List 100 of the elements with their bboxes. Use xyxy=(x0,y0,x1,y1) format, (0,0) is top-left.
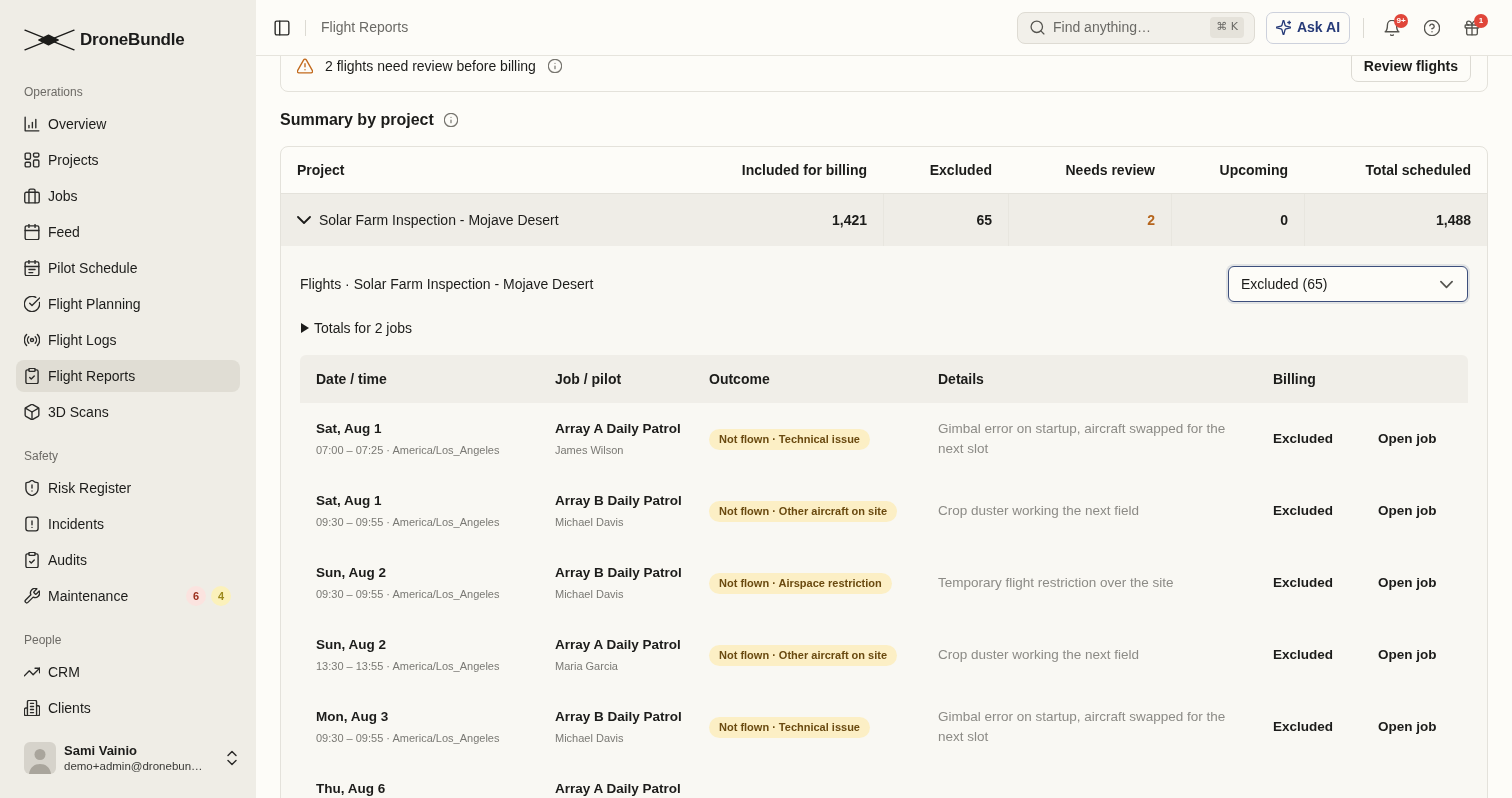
user-avatar-icon xyxy=(24,742,56,774)
column-header: Project xyxy=(296,160,346,180)
search-icon xyxy=(1030,20,1045,35)
breadcrumb: Flight Reports xyxy=(321,18,409,37)
shield-alert-icon xyxy=(24,480,40,496)
search-field[interactable]: Find anything… ⌘ K xyxy=(1017,11,1255,44)
shortcut-hint: ⌘ K xyxy=(1210,17,1244,38)
sidebar-item[interactable]: Flight Planning xyxy=(16,288,240,320)
flight-details: Gimbal error on startup, aircraft swapped for the next slot xyxy=(938,708,1227,746)
sidebar-toggle-button[interactable] xyxy=(274,19,290,36)
open-job-link[interactable]: Open job xyxy=(1378,500,1437,522)
pilot-name: Maria Garcia xyxy=(555,659,619,674)
flight-time: 09:30 – 09:55 · America/Los_Angeles xyxy=(316,731,501,746)
pilot-name: Michael Davis xyxy=(555,731,625,746)
section-title: Summary by project xyxy=(280,110,434,130)
flight-time: 07:00 – 07:25 · America/Los_Angeles xyxy=(316,443,501,458)
flight-details: Crop duster working the next field xyxy=(938,502,1141,520)
calendar-icon xyxy=(24,224,40,240)
brand-name: DroneBundle xyxy=(80,29,185,52)
calendar-list-icon xyxy=(24,260,40,276)
flight-details: Crop duster working the next field xyxy=(938,646,1141,664)
wrench-icon xyxy=(24,588,40,604)
column-header: Total scheduled xyxy=(1364,160,1472,180)
broadcast-icon xyxy=(24,332,40,348)
ask-ai-button[interactable]: Ask AI xyxy=(1266,11,1350,44)
column-header: Details xyxy=(937,369,985,389)
column-header: Needs review xyxy=(1064,160,1156,180)
totals-toggle[interactable]: Totals for 2 jobs xyxy=(300,318,413,338)
count-badge: 6 xyxy=(186,586,206,606)
project-name: Solar Farm Inspection - Mojave Desert xyxy=(319,210,559,230)
sidebar-item[interactable]: Pilot Schedule xyxy=(16,252,240,284)
billing-status: Excluded xyxy=(1273,429,1335,448)
outcome-badge: Not flown · Airspace restriction xyxy=(709,572,892,594)
sidebar-item[interactable]: 3D Scans xyxy=(16,396,240,428)
sidebar-item[interactable]: Jobs xyxy=(16,180,240,212)
flight-date: Sun, Aug 2 xyxy=(316,564,387,582)
billing-status: Excluded xyxy=(1273,717,1335,736)
sidebar-item[interactable]: Clients xyxy=(16,692,240,724)
outcome-badge: Not flown · Other aircraft on site xyxy=(709,500,898,522)
flight-time: 13:30 – 13:55 · America/Los_Angeles xyxy=(316,659,501,674)
job-name: Array A Daily Patrol xyxy=(555,420,682,438)
flight-time: 09:30 – 09:55 · America/Los_Angeles xyxy=(316,587,501,602)
briefcase-icon xyxy=(24,188,40,204)
column-header: Upcoming xyxy=(1218,160,1289,180)
flight-time: 09:30 – 09:55 · America/Los_Angeles xyxy=(316,515,501,530)
open-job-link[interactable]: Open job xyxy=(1378,644,1437,666)
info-icon xyxy=(547,59,562,73)
sidebar-item[interactable]: Risk Register xyxy=(16,472,240,504)
user-name: Sami Vainio xyxy=(64,742,138,759)
flight-date: Sat, Aug 1 xyxy=(316,492,383,510)
pilot-name: Michael Davis xyxy=(555,587,625,602)
flight-date: Thu, Aug 6 xyxy=(316,780,387,798)
clipboard-check-icon xyxy=(24,368,40,384)
gift-icon xyxy=(1464,19,1480,36)
count-badge: 9+ xyxy=(1394,13,1408,28)
sidebar-item[interactable]: CRM xyxy=(16,656,240,688)
open-job-link[interactable]: Open job xyxy=(1378,716,1437,738)
open-job-link[interactable]: Open job xyxy=(1378,572,1437,594)
grid-icon xyxy=(24,152,40,168)
flight-details: Temporary flight restriction over the site xyxy=(938,574,1175,592)
sidebar-item[interactable]: Flight Logs xyxy=(16,324,240,356)
building-icon xyxy=(24,700,40,716)
job-name: Array A Daily Patrol xyxy=(555,780,682,798)
sidebar-item[interactable]: Maintenance xyxy=(16,580,181,612)
sidebar-item[interactable]: Audits xyxy=(16,544,240,576)
clipboard-check-icon xyxy=(24,552,40,568)
sidebar-item[interactable]: Flight Reports xyxy=(16,360,240,392)
sidebar-item[interactable]: Feed xyxy=(16,216,240,248)
flight-date: Sun, Aug 2 xyxy=(316,636,387,654)
filter-select[interactable]: Excluded (65) xyxy=(1228,266,1468,302)
column-header: Billing xyxy=(1272,369,1317,389)
panel-icon xyxy=(274,19,290,36)
pilot-name: Michael Davis xyxy=(555,515,625,530)
job-name: Array B Daily Patrol xyxy=(555,492,683,510)
section-label: Safety xyxy=(23,448,60,464)
sidebar-item[interactable]: Projects xyxy=(16,144,240,176)
user-email: demo+admin@dronebun… xyxy=(64,758,204,774)
column-header: Outcome xyxy=(708,369,771,389)
panel-title: Flights · Solar Farm Inspection - Mojave Desert xyxy=(300,274,594,294)
column-header: Included for billing xyxy=(740,160,868,180)
chevrons-up-down-icon xyxy=(224,750,240,766)
open-job-link[interactable]: Open job xyxy=(1378,428,1437,450)
project-row[interactable]: Solar Farm Inspection - Mojave Desert 1,421 65 2 0 1,488 xyxy=(281,194,1487,246)
sidebar-item[interactable]: Overview xyxy=(16,108,240,140)
sidebar-item[interactable]: Incidents xyxy=(16,508,240,540)
pilot-name: James Wilson xyxy=(555,443,625,458)
job-name: Array B Daily Patrol xyxy=(555,564,683,582)
outcome-badge: Not flown · Technical issue xyxy=(709,716,870,738)
billing-status: Excluded xyxy=(1273,645,1335,664)
sparkle-icon xyxy=(1275,20,1291,35)
exclamation-square-icon xyxy=(24,516,40,532)
outcome-badge: Not flown · Other aircraft on site xyxy=(709,644,898,666)
bar-chart-icon xyxy=(24,116,40,132)
account-menu-button[interactable] xyxy=(224,750,240,766)
check-circle-icon xyxy=(24,296,40,312)
cube-icon xyxy=(24,404,40,420)
search-input[interactable]: Find anything… xyxy=(1053,17,1203,38)
review-flights-button[interactable]: Review flights xyxy=(1350,56,1471,82)
job-name: Array A Daily Patrol xyxy=(555,636,682,654)
alert-message: 2 flights need review before billing xyxy=(325,57,536,76)
